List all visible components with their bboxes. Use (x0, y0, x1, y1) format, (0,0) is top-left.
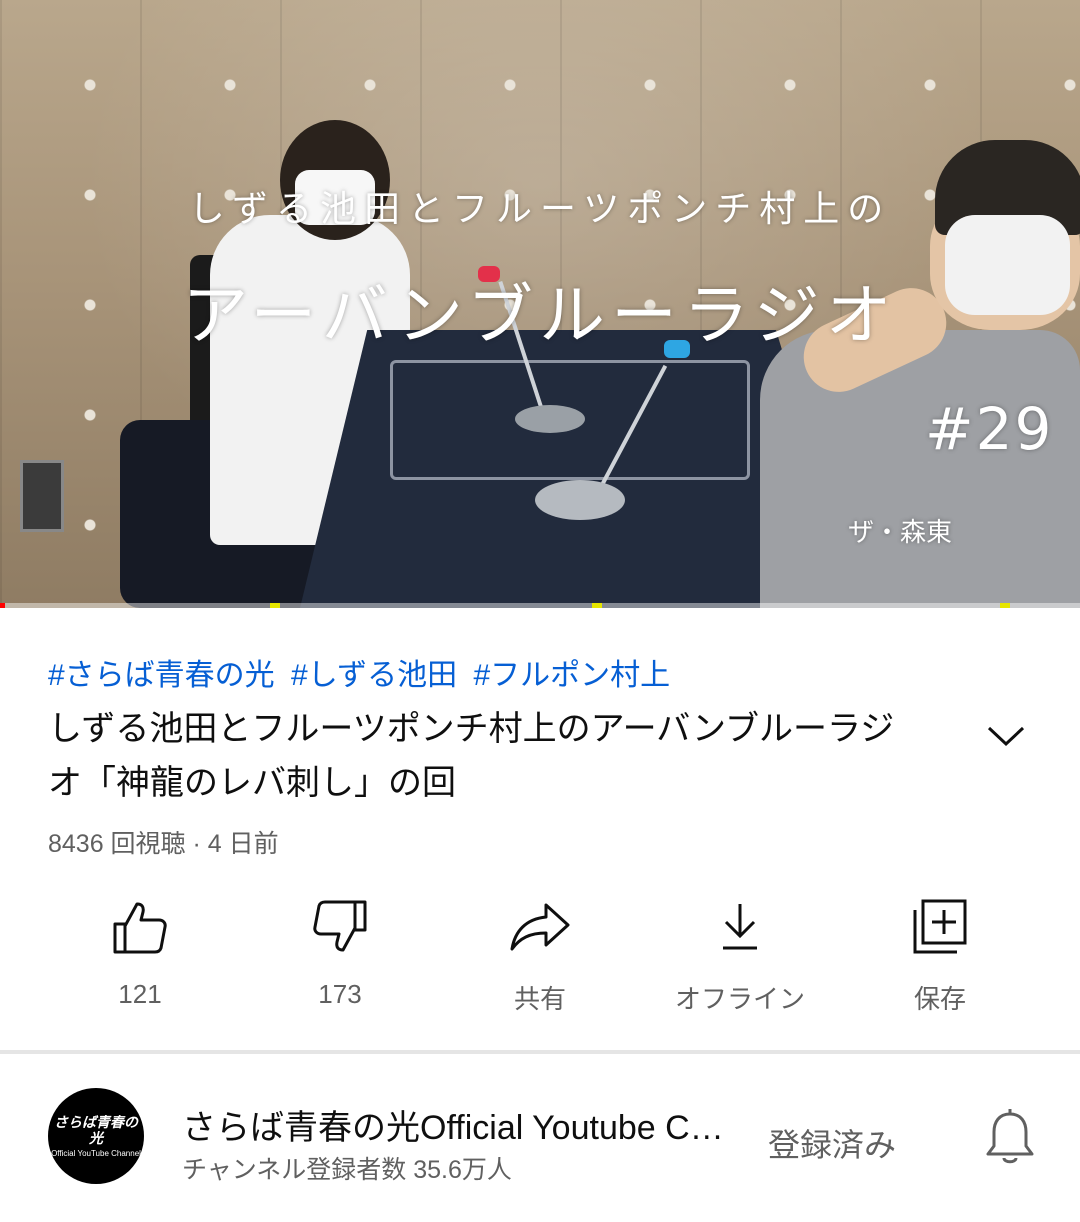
notification-bell-button[interactable] (980, 1106, 1040, 1170)
video-player[interactable]: しずる池田とフルーツポンチ村上の アーバンブルーラジオ #29 ザ・森東 (0, 0, 1080, 608)
microphone-base (535, 480, 625, 520)
chevron-down-icon (987, 726, 1025, 747)
hashtag-link[interactable]: #フルポン村上 (473, 659, 670, 692)
subscribed-button[interactable]: 登録済み (768, 1120, 896, 1166)
channel-name[interactable]: さらば青春の光Official Youtube Channel (182, 1100, 742, 1149)
share-button[interactable]: 共有 (440, 895, 640, 1025)
hashtag-link[interactable]: #さらば青春の光 (48, 659, 275, 692)
thumbnail-episode: #29 (925, 395, 1054, 463)
share-icon (510, 903, 570, 951)
thumbnail-subtitle: しずる池田とフルーツポンチ村上の (188, 189, 892, 230)
progress-bar[interactable] (0, 603, 1080, 608)
share-label: 共有 (513, 984, 566, 1014)
video-meta: 8436 回視聴 · 4 日前 (48, 830, 279, 858)
offline-label: オフライン (674, 984, 805, 1014)
thumbs-up-icon (113, 902, 167, 954)
hashtag-link[interactable]: #しずる池田 (291, 659, 457, 692)
save-label: 保存 (913, 984, 966, 1014)
expand-description-button[interactable] (982, 712, 1030, 760)
thumbs-down-icon (313, 900, 367, 952)
download-icon (723, 904, 757, 950)
offline-button[interactable]: オフライン (640, 895, 840, 1025)
thumbnail-signature: ザ・森東 (848, 518, 953, 548)
dislike-count: 173 (318, 979, 362, 1009)
thumbnail-title: アーバンブルーラジオ (182, 277, 898, 354)
subscriber-count: チャンネル登録者数 35.6万人 (182, 1156, 512, 1184)
wall-switch-panel (20, 460, 64, 532)
dislike-button[interactable]: 173 (240, 895, 440, 1025)
save-button[interactable]: 保存 (840, 895, 1040, 1025)
microphone-base (515, 405, 585, 433)
chapter-marker (592, 603, 602, 608)
like-button[interactable]: 121 (40, 895, 240, 1025)
action-bar: 121 173 共有 オフライン 保存 (40, 895, 1040, 1025)
chapter-marker (270, 603, 280, 608)
channel-row: さらば青春の光 Official YouTube Channel さらば青春の光… (0, 1054, 1080, 1222)
bell-icon (986, 1109, 1034, 1164)
video-title[interactable]: しずる池田とフルーツポンチ村上のアーバンブルーラジオ「神龍のレバ刺し」の回 (48, 702, 928, 810)
chapter-marker (1000, 603, 1010, 608)
hashtag-list: #さらば青春の光 #しずる池田 #フルポン村上 (48, 650, 678, 694)
channel-avatar[interactable]: さらば青春の光 Official YouTube Channel (48, 1088, 144, 1184)
add-to-playlist-icon (913, 899, 967, 954)
avatar-logo-subtext: Official YouTube Channel (51, 1148, 141, 1158)
avatar-logo-text: さらば青春の光 (54, 1114, 138, 1147)
progress-bar-played (0, 603, 6, 608)
like-count: 121 (118, 979, 162, 1009)
